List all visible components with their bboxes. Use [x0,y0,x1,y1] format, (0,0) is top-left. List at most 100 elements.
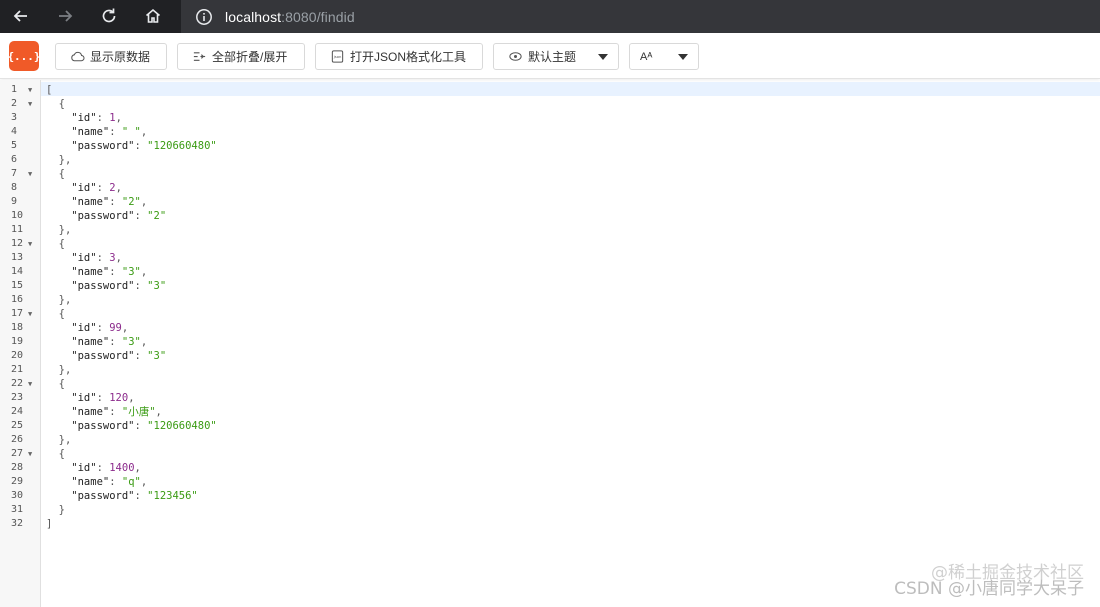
code-token: "小唐" [121,406,156,418]
code-token: : [134,490,148,502]
code-token: : [134,140,148,152]
code-line: "id": 99, [46,321,128,335]
theme-select[interactable]: 默认主题 [493,43,619,70]
font-size-select[interactable]: Aᴬ [629,43,699,70]
code-line: { [46,447,65,461]
fold-toggle-icon[interactable]: ▼ [28,447,32,461]
fold-toggle-icon[interactable]: ▼ [28,377,32,391]
code-line: "name": "3", [46,335,147,349]
code-line: { [46,237,65,251]
code-token: : [96,462,110,474]
line-number: 25 [0,419,41,433]
line-number-text: 5 [11,140,18,151]
code-line: "id": 3, [46,251,122,265]
font-size-icon: Aᴬ [640,50,653,63]
code-token: , [140,476,148,488]
code-token: : [134,350,148,362]
code-token: , [121,322,129,334]
code-token: , [115,112,122,124]
url-host: localhost [225,8,282,25]
open-json-tool-label: 打开JSON格式化工具 [350,50,467,64]
extension-logo-icon: {...} [7,41,41,71]
code-line: "id": 2, [46,181,122,195]
address-bar[interactable]: localhost:8080/findid [181,0,1100,33]
code-token: "name" [46,406,110,418]
line-number: 18 [0,321,41,335]
code-token: "password" [46,140,135,152]
code-token: { [46,238,65,250]
line-number-text: 10 [11,210,24,221]
line-number: 22 ▼ [0,377,41,391]
code-token: "id" [46,462,97,474]
code-line: "password": "3" [46,349,166,363]
line-number: 4 [0,125,41,139]
open-json-tool-button[interactable]: json 打开JSON格式化工具 [315,43,483,70]
code-token: "120660480" [147,140,217,152]
reload-icon [102,8,116,23]
fold-toggle-icon[interactable]: ▼ [28,97,32,111]
show-raw-button[interactable]: 显示原数据 [55,43,167,70]
watermark-juejin: @稀土掘金技术社区 [931,563,1084,583]
line-number: 31 [0,503,41,517]
code-token: "3" [147,350,167,362]
forward-button[interactable] [54,5,76,27]
code-token: "3" [147,280,167,292]
line-number-text: 24 [11,406,24,417]
line-number-text: 31 [11,504,24,515]
code-token: "q" [121,476,141,488]
line-number-text: 26 [11,434,24,445]
back-button[interactable] [10,5,32,27]
line-number: 14 [0,265,41,279]
code-token: }, [46,434,72,446]
code-token: "120660480" [147,420,217,432]
code-token: "2" [121,196,141,208]
code-token: 1400 [109,462,135,474]
line-number-text: 4 [11,126,18,137]
line-number-text: 28 [11,462,24,473]
line-number-text: 30 [11,490,24,501]
code-token: ] [46,518,53,530]
line-number: 5 [0,139,41,153]
code-token: , [140,196,148,208]
fold-all-button[interactable]: 全部折叠/展开 [177,43,305,70]
line-number-text: 8 [11,182,18,193]
code-token: : [109,336,122,348]
line-number-text: 25 [11,420,24,431]
line-number-text: 13 [11,252,24,263]
fold-toggle-icon[interactable]: ▼ [28,167,32,181]
code-line: "id": 1, [46,111,122,125]
code-token: "123456" [147,490,198,502]
line-number-text: 2 [11,98,18,109]
code-line: "password": "3" [46,279,166,293]
line-number-gutter: 1 ▼ 2 ▼ 3 4 5 6 7 ▼ 8 9 10 11 12 ▼ 13 14 15 16 17 ▼ 18 19 20 21 22… [0,80,41,607]
info-icon[interactable] [195,8,213,26]
code-line: [ [46,83,52,97]
code-line: { [46,307,65,321]
watermark: @稀土掘金技术社区 CSDN @小唐同学大呆子 [894,563,1084,599]
code-line: "password": "123456" [46,489,198,503]
line-number: 26 [0,433,41,447]
code-token: "name" [46,196,110,208]
code-token: , [140,266,148,278]
code-line: }, [46,293,72,307]
reload-button[interactable] [98,5,120,27]
code-token: , [128,392,135,404]
line-number: 27 ▼ [0,447,41,461]
home-button[interactable] [142,5,164,27]
fold-toggle-icon[interactable]: ▼ [28,237,32,251]
code-token: "id" [46,182,97,194]
theme-select-label: 默认主题 [528,50,577,64]
code-token: "name" [46,476,110,488]
fold-toggle-icon[interactable]: ▼ [28,83,32,97]
code-token: "name" [46,336,110,348]
code-token: 99 [109,322,122,334]
code-token: { [46,308,65,320]
line-number: 19 [0,335,41,349]
code-token: "password" [46,210,135,222]
line-number: 12 ▼ [0,237,41,251]
code-line: { [46,167,65,181]
code-token: { [46,378,65,390]
fold-toggle-icon[interactable]: ▼ [28,307,32,321]
line-number: 30 [0,489,41,503]
url-text[interactable]: localhost:8080/findid [225,9,355,25]
